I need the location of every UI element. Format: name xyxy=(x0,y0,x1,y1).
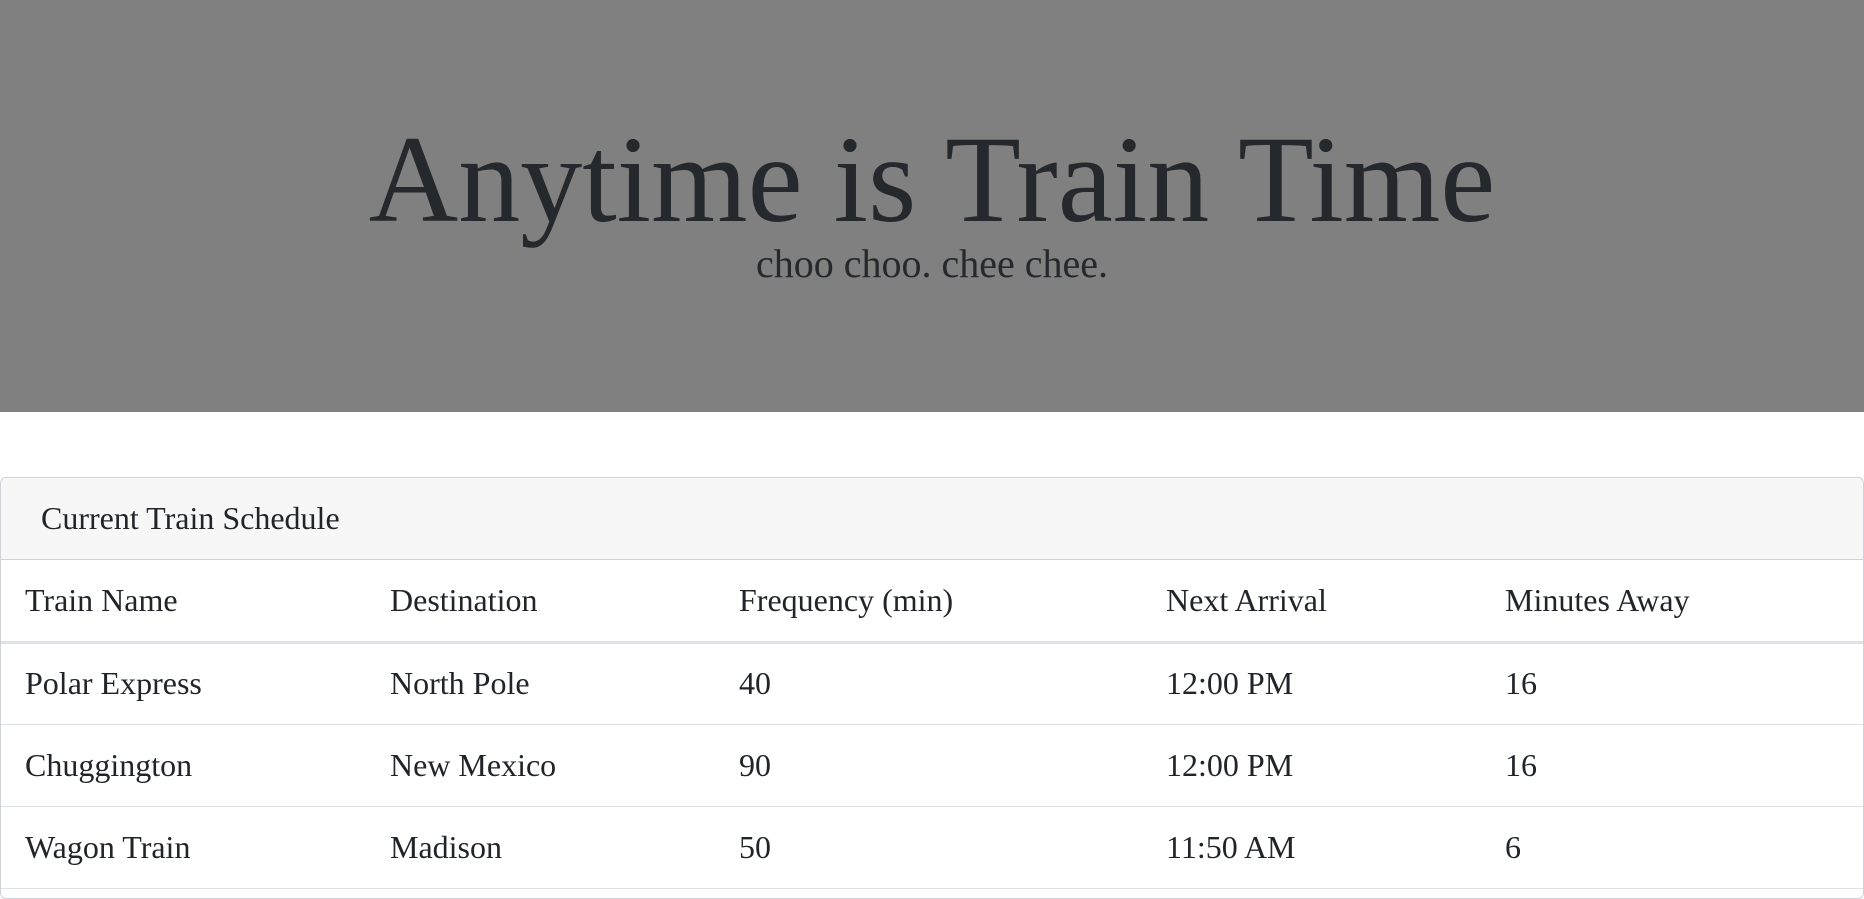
cell-minutes-away: 16 xyxy=(1505,665,1537,701)
cell-train-name: Wagon Train xyxy=(25,828,191,865)
table-row: Polar Express North Pole 40 12:00 PM 16 xyxy=(1,642,1863,724)
cell-next-arrival: 11:50 AM xyxy=(1166,828,1296,865)
cell-destination: Madison xyxy=(390,828,502,865)
page-title: Anytime is Train Time xyxy=(368,111,1496,248)
page-subtitle: choo choo. chee chee. xyxy=(755,241,1109,286)
table-row: Chuggington New Mexico 90 12:00 PM 16 xyxy=(1,724,1863,806)
schedule-card: Current Train Schedule Train Name Destin… xyxy=(0,477,1864,899)
jumbotron: Anytime is Train Time choo choo. chee ch… xyxy=(0,0,1864,412)
column-header-frequency: Frequency (min) xyxy=(739,581,954,618)
cell-minutes-away: 16 xyxy=(1505,746,1537,783)
schedule-card-header: Current Train Schedule xyxy=(1,478,1863,560)
column-header-next-arrival: Next Arrival xyxy=(1166,581,1327,618)
table-header-row: Train Name Destination Frequency (min) N… xyxy=(1,560,1863,642)
table-row: Wagon Train Madison 50 11:50 AM 6 xyxy=(1,806,1863,888)
cell-next-arrival: 12:00 PM xyxy=(1166,746,1294,783)
schedule-table: Train Name Destination Frequency (min) N… xyxy=(1,560,1863,889)
column-header-minutes-away: Minutes Away xyxy=(1505,581,1690,618)
cell-destination: North Pole xyxy=(390,665,530,701)
cell-train-name: Polar Express xyxy=(25,665,202,701)
cell-destination: New Mexico xyxy=(390,746,557,783)
cell-train-name: Chuggington xyxy=(25,746,193,783)
column-header-train-name: Train Name xyxy=(25,581,178,618)
cell-next-arrival: 12:00 PM xyxy=(1166,665,1294,701)
cell-minutes-away: 6 xyxy=(1505,828,1521,865)
column-header-destination: Destination xyxy=(390,581,538,618)
cell-frequency: 50 xyxy=(739,828,771,865)
cell-frequency: 40 xyxy=(739,665,771,701)
cell-frequency: 90 xyxy=(739,746,771,783)
